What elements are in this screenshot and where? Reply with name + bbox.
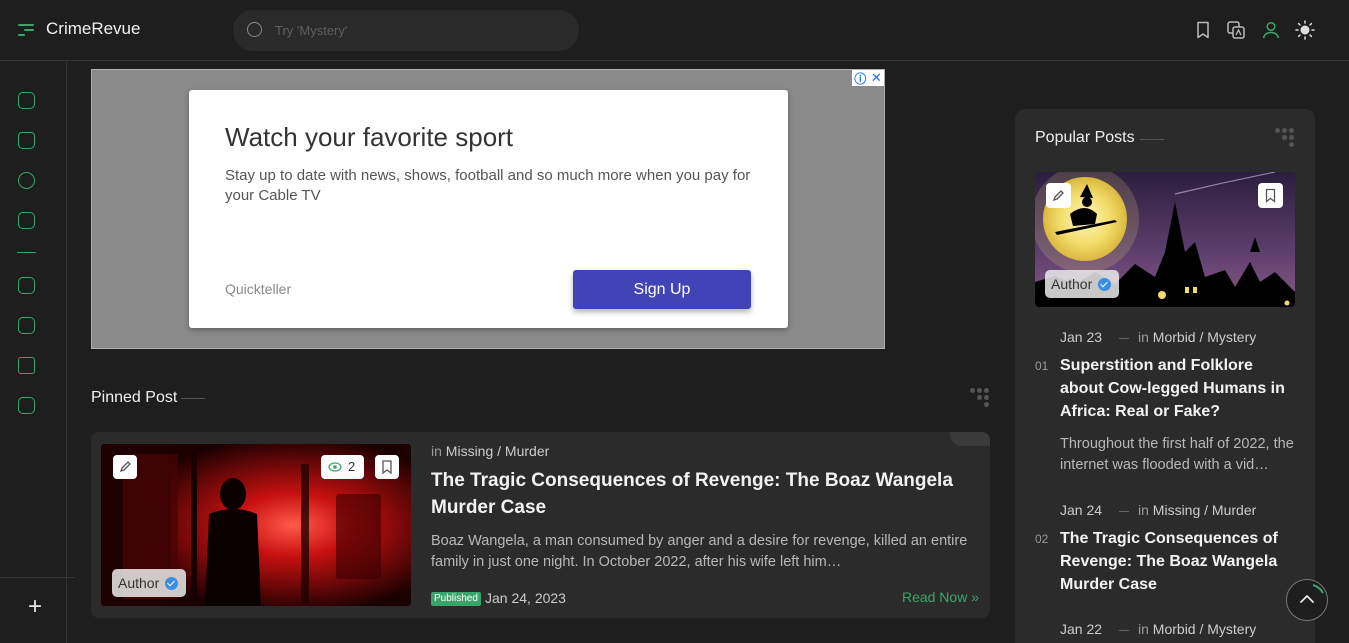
theme-toggle-icon[interactable] [1295, 20, 1315, 40]
meta-dash [1119, 630, 1129, 631]
post-excerpt: Throughout the first half of 2022, the i… [1060, 436, 1294, 473]
post-title[interactable]: The Tragic Consequences of Revenge: The … [431, 467, 971, 521]
page-icon[interactable] [18, 397, 35, 414]
published-badge: Published [431, 592, 481, 606]
published-date: Jan 24, 2023 [485, 590, 566, 606]
user-icon[interactable] [1261, 20, 1281, 40]
post-category: in Missing / Murder [1138, 502, 1256, 518]
pinned-section-title: Pinned Post [91, 389, 178, 406]
mail-icon[interactable] [18, 212, 35, 229]
section-divider [181, 398, 205, 399]
page-icon[interactable] [18, 277, 35, 294]
close-icon[interactable]: ✕ [871, 70, 882, 86]
ad-text: Stay up to date with news, shows, footba… [225, 167, 751, 204]
in-prefix: in [1138, 621, 1149, 637]
verified-icon [1098, 277, 1112, 291]
bookmark-icon[interactable] [1193, 20, 1213, 40]
ad-title: Watch your favorite sport [225, 122, 514, 152]
post-category: in Morbid / Mystery [1138, 621, 1256, 637]
menu-icon[interactable] [18, 24, 34, 36]
view-count-badge: 2 [321, 455, 364, 479]
ad-card[interactable]: Watch your favorite sport Stay up to dat… [189, 90, 788, 328]
drag-handle-icon[interactable] [970, 388, 992, 410]
pinned-post-card[interactable]: 2 Author in Missing / Murder The Tragic … [91, 432, 990, 618]
ad-brand[interactable]: Quickteller [225, 281, 291, 297]
home-icon[interactable] [18, 132, 35, 149]
category-link[interactable]: Missing / Murder [1153, 502, 1256, 518]
lock-icon[interactable] [18, 357, 35, 374]
author-label: Author [1051, 276, 1093, 292]
author-chip[interactable]: Author [1045, 270, 1120, 298]
add-icon[interactable]: + [24, 595, 46, 619]
read-now-link[interactable]: Read Now » [902, 589, 979, 605]
brand-logo[interactable]: CrimeRevue [46, 19, 140, 39]
author-chip[interactable]: Author [112, 569, 187, 597]
post-date: Jan 24 [1060, 502, 1103, 518]
category-link[interactable]: Morbid / Mystery [1153, 329, 1256, 345]
chevron-up-icon [1299, 583, 1324, 603]
top-header: CrimeRevue [0, 0, 1349, 61]
sign-up-button[interactable]: Sign Up [573, 270, 751, 309]
scroll-to-top-button[interactable] [1286, 579, 1328, 621]
edit-icon[interactable] [1046, 183, 1071, 208]
in-prefix: in [1138, 329, 1149, 345]
in-prefix: in [431, 443, 442, 459]
search-bar[interactable] [233, 10, 579, 51]
in-prefix: in [1138, 502, 1149, 518]
meta-dash [1119, 511, 1129, 512]
search-icon [247, 22, 262, 37]
ad-choices-badge[interactable]: ⓘ ✕ [852, 70, 884, 86]
post-date: Jan 22 [1060, 621, 1103, 637]
post-rank: 01 [1035, 359, 1049, 373]
left-sidebar: + [0, 61, 75, 643]
translate-icon[interactable] [1226, 20, 1246, 40]
section-divider [1140, 139, 1164, 140]
advertisement: ⓘ ✕ Watch your favorite sport Stay up to… [91, 69, 885, 349]
search-input[interactable] [275, 20, 565, 41]
post-thumbnail[interactable]: 2 Author [101, 444, 411, 606]
eye-icon [328, 462, 342, 472]
post-title[interactable]: The Tragic Consequences of Revenge: The … [1060, 527, 1296, 596]
popular-post-thumbnail[interactable]: Author [1035, 172, 1295, 307]
users-icon[interactable] [18, 172, 35, 189]
view-count: 2 [348, 459, 356, 474]
drag-handle-icon[interactable] [1275, 128, 1297, 150]
dashboard-icon[interactable] [18, 92, 35, 109]
corner-tab [950, 432, 990, 446]
post-date: Jan 23 [1060, 329, 1103, 345]
category-link[interactable]: Morbid / Mystery [1153, 621, 1256, 637]
bookmark-icon[interactable] [1258, 183, 1283, 208]
post-category: in Missing / Murder [431, 443, 549, 459]
post-rank: 02 [1035, 532, 1049, 546]
popular-section-title: Popular Posts [1035, 129, 1135, 146]
category-link[interactable]: Missing / Murder [446, 443, 549, 459]
bookmark-icon[interactable] [375, 455, 399, 479]
verified-icon [165, 576, 179, 590]
post-excerpt: Boaz Wangela, a man consumed by anger an… [431, 533, 968, 570]
sidebar-bottom-divider [0, 577, 75, 578]
page-icon[interactable] [18, 317, 35, 334]
post-title[interactable]: Superstition and Folklore about Cow-legg… [1060, 354, 1296, 423]
author-label: Author [118, 575, 160, 591]
popular-posts-panel: Popular Posts Author Jan 23 in Morbid / … [1015, 109, 1315, 643]
meta-dash [1119, 338, 1129, 339]
ad-info-icon[interactable]: ⓘ [854, 70, 866, 87]
sidebar-divider [17, 252, 36, 253]
post-category: in Morbid / Mystery [1138, 329, 1256, 345]
edit-icon[interactable] [113, 455, 137, 479]
